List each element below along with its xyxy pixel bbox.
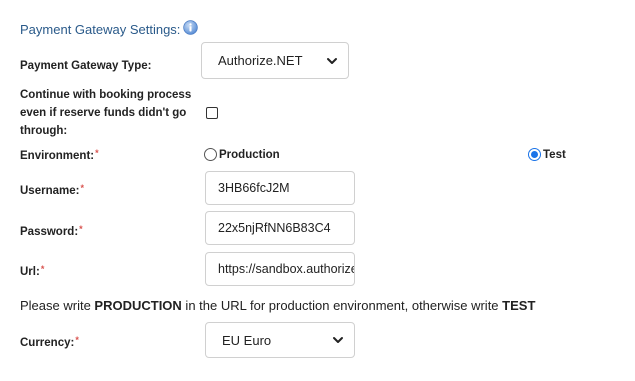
production-radio[interactable] — [204, 148, 217, 161]
url-input[interactable]: https://sandbox.authorize — [205, 252, 355, 286]
currency-select[interactable]: EU Euro — [205, 322, 355, 358]
environment-label: Environment:* — [20, 148, 99, 162]
password-label: Password:* — [20, 224, 83, 238]
currency-label: Currency:* — [20, 335, 79, 349]
chevron-down-icon — [327, 57, 337, 64]
username-input[interactable]: 3HB66fcJ2M — [205, 171, 355, 205]
currency-value: EU Euro — [222, 332, 272, 348]
username-label: Username:* — [20, 183, 84, 197]
password-input[interactable]: 22x5njRfNN6B83C4 — [205, 211, 355, 245]
continue-booking-label: Continue with booking process even if re… — [20, 89, 192, 137]
production-radio-label: Production — [219, 148, 280, 161]
username-value: 3HB66fcJ2M — [218, 181, 290, 195]
url-label: Url:* — [20, 264, 45, 278]
info-icon[interactable] — [183, 20, 199, 35]
section-title-text: Payment Gateway Settings: — [20, 22, 181, 37]
gateway-type-value: Authorize.NET — [218, 53, 303, 68]
test-radio-label: Test — [543, 148, 566, 161]
gateway-type-label: Payment Gateway Type: — [20, 60, 152, 72]
test-radio[interactable] — [528, 148, 541, 161]
payment-gateway-settings-form: Payment Gateway Settings: Payment Gatewa… — [0, 0, 635, 381]
environment-production-option[interactable]: Production — [204, 148, 280, 161]
url-value: https://sandbox.authorize — [218, 262, 355, 276]
section-title: Payment Gateway Settings: — [20, 20, 199, 37]
password-value: 22x5njRfNN6B83C4 — [218, 221, 331, 235]
environment-test-option[interactable]: Test — [528, 148, 566, 161]
url-instruction-note: Please write PRODUCTION in the URL for p… — [20, 298, 536, 313]
continue-booking-checkbox[interactable] — [206, 107, 218, 119]
chevron-down-icon — [333, 337, 343, 343]
gateway-type-select[interactable]: Authorize.NET — [201, 42, 349, 79]
